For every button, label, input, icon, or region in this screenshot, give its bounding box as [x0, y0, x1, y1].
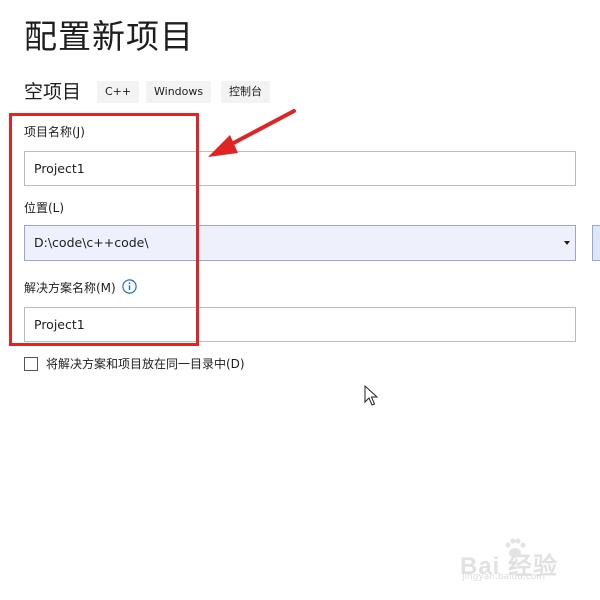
- location-value: D:\code\c++code\: [34, 235, 149, 250]
- solution-name-label: 解决方案名称(M): [24, 281, 116, 295]
- tag-project-type: 控制台: [221, 81, 270, 103]
- configure-project-page: 配置新项目 空项目 C++ Windows 控制台 项目名称(J) 位置(L) …: [0, 0, 600, 600]
- watermark-url: jingyan.baidu.com: [462, 572, 546, 582]
- mouse-cursor-icon: [364, 385, 378, 406]
- project-name-label: 项目名称(J): [24, 125, 85, 139]
- location-combobox[interactable]: D:\code\c++code\: [24, 225, 576, 261]
- tag-language: C++: [97, 81, 140, 103]
- chevron-down-icon[interactable]: [564, 241, 570, 245]
- watermark-logo: Bai 经验 jingyan.baidu.com: [440, 536, 590, 586]
- project-name-input[interactable]: [24, 151, 576, 186]
- annotation-arrow-icon: [208, 109, 296, 157]
- info-icon[interactable]: [122, 279, 137, 294]
- location-label: 位置(L): [24, 201, 65, 215]
- tag-platform: Windows: [146, 81, 212, 103]
- solution-name-input[interactable]: [24, 307, 576, 342]
- browse-button[interactable]: [592, 225, 600, 261]
- same-directory-checkbox[interactable]: [24, 357, 38, 371]
- page-title: 配置新项目: [24, 17, 194, 56]
- same-directory-checkbox-label[interactable]: 将解决方案和项目放在同一目录中(D): [46, 356, 245, 373]
- template-name: 空项目: [24, 81, 82, 103]
